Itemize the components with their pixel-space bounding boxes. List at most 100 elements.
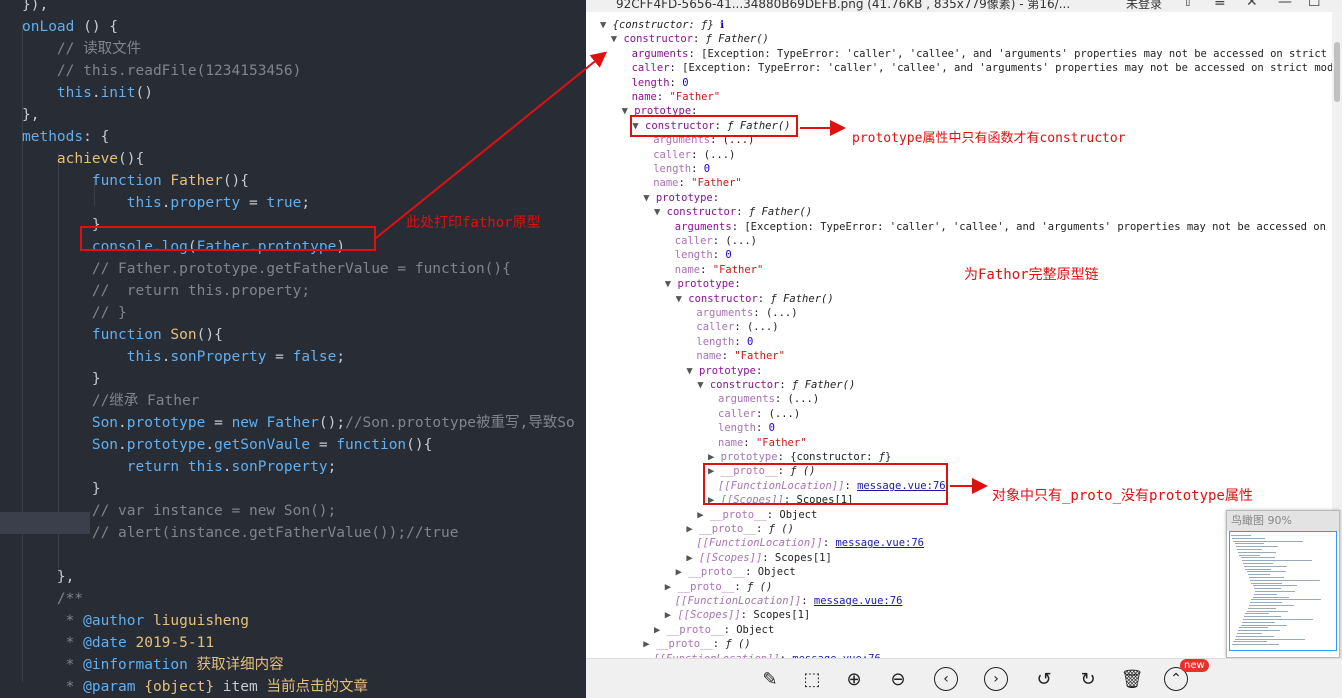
code-token: function: [91, 173, 171, 189]
minimap-line: [1235, 635, 1274, 637]
console-token: :: [712, 638, 726, 651]
minimap-line: [1238, 630, 1281, 632]
expand-right-icon[interactable]: ▶: [654, 624, 667, 636]
console-tree-row[interactable]: ▶ [[Scopes]]: Scopes[1]: [686, 551, 831, 565]
edit-icon[interactable]: ✎: [758, 667, 782, 691]
console-token: name: [718, 436, 744, 449]
zoom-out-icon[interactable]: ⊖: [886, 667, 910, 691]
expand-right-icon[interactable]: ▶: [686, 552, 699, 564]
delete-icon[interactable]: 🗑: [1120, 667, 1144, 691]
code-token: .: [91, 85, 101, 101]
console-tree-row: name: "Father": [696, 349, 785, 363]
code-token: =: [310, 437, 337, 453]
source-link[interactable]: message.vue:76: [835, 537, 924, 549]
expand-down-icon[interactable]: ▼: [665, 278, 678, 290]
console-tree-row: arguments: [Exception: TypeError: 'calle…: [675, 220, 1332, 234]
expand-down-icon[interactable]: ▼: [697, 379, 710, 391]
console-tree-row: name: "Father": [632, 90, 721, 104]
expand-right-icon[interactable]: ▶: [686, 523, 699, 535]
console-tree-row[interactable]: ▼ constructor: ƒ Father(): [654, 205, 812, 219]
console-token: arguments: [674, 220, 732, 233]
source-link[interactable]: message.vue:76: [814, 595, 903, 607]
expand-right-icon[interactable]: ▶: [665, 609, 678, 621]
console-token: : (...): [712, 235, 757, 247]
console-tree-row[interactable]: ▶ prototype: {constructor: ƒ}: [708, 450, 891, 464]
expand-right-icon[interactable]: ▶: [665, 581, 678, 593]
code-token: Son: [170, 327, 197, 343]
console-tree-row[interactable]: ▼ prototype:: [665, 277, 741, 291]
code-token: // 读取文件: [22, 41, 142, 57]
minimize-icon[interactable]: —: [1278, 0, 1292, 10]
console-tree-row[interactable]: ▼ constructor: ƒ Father(): [676, 292, 834, 306]
code-token: new: [231, 415, 267, 431]
expand-down-icon[interactable]: ▼: [686, 365, 699, 377]
console-tree-row[interactable]: ▶ __proto__: Object: [654, 623, 774, 637]
rotate-right-icon[interactable]: ↻: [1076, 667, 1100, 691]
minimap-line: [1252, 585, 1297, 587]
console-tree-row: name: "Father": [653, 176, 742, 190]
console-token: :: [712, 191, 720, 204]
console-token: : [Exception: TypeError: 'caller', 'call…: [688, 47, 1332, 60]
expand-down-icon[interactable]: ▼: [643, 192, 656, 204]
console-tree-row[interactable]: ▶ __proto__: Object: [697, 508, 817, 522]
rotate-left-icon[interactable]: ↺: [1032, 667, 1056, 691]
console-tree-row: caller: (...): [696, 320, 778, 334]
proto-highlight-box: [703, 463, 948, 505]
expand-right-icon[interactable]: ▶: [708, 451, 721, 463]
expand-right-icon[interactable]: ▶: [697, 509, 710, 521]
menu-icon[interactable]: ≡: [1214, 0, 1226, 10]
console-tree-row[interactable]: ▶ __proto__: ƒ (): [686, 522, 794, 536]
code-line: this.init(): [22, 82, 153, 104]
code-token: {object}: [135, 679, 215, 695]
console-token: name: [653, 177, 679, 190]
console-tree-row[interactable]: ▶ __proto__: Object: [676, 565, 796, 579]
console-tree-row[interactable]: ▼ constructor: ƒ Father(): [697, 378, 855, 392]
console-token: constructor: [623, 33, 693, 46]
expand-down-icon[interactable]: ▼: [654, 206, 667, 218]
code-editor[interactable]: }), onLoad () { // 读取文件 // this.readFile(…: [0, 0, 586, 698]
next-icon[interactable]: ›: [984, 667, 1008, 691]
code-line: },: [22, 104, 39, 126]
expand-right-icon[interactable]: ▶: [643, 638, 656, 650]
code-token: prototype: [126, 415, 206, 431]
console-tree-row[interactable]: ▶ __proto__: ƒ (): [665, 580, 773, 594]
code-token: this: [126, 195, 162, 211]
console-tree-row[interactable]: ▼ {constructor: ƒ} ℹ: [600, 18, 724, 32]
code-line: * @date 2019-5-11: [22, 632, 214, 654]
code-line: // Father.prototype.getFatherValue = fun…: [22, 258, 511, 280]
code-token: .: [118, 437, 127, 453]
console-tree-row[interactable]: ▼ prototype:: [686, 364, 762, 378]
zoom-in-icon[interactable]: ⊕: [842, 667, 866, 691]
console-token: :: [822, 537, 836, 550]
expand-down-icon[interactable]: ▼: [676, 293, 689, 305]
crop-icon[interactable]: ⬚: [800, 667, 824, 691]
console-tree-row[interactable]: ▼ prototype:: [643, 191, 719, 205]
console-token: :: [755, 364, 763, 377]
expand-down-icon[interactable]: ▼: [600, 19, 613, 31]
console-token: constructor: [688, 292, 758, 305]
console-token: : Object: [723, 623, 775, 636]
pin-icon[interactable]: ⇧: [1182, 0, 1194, 10]
expand-right-icon[interactable]: ▶: [676, 566, 689, 578]
prev-icon[interactable]: ‹: [934, 667, 958, 691]
console-token: :: [734, 278, 741, 291]
minimap-panel[interactable]: 鸟瞰图 90%: [1226, 510, 1340, 658]
code-token: //继承 Father: [22, 393, 200, 409]
console-tree-row[interactable]: ▶ [[Scopes]]: Scopes[1]: [665, 608, 810, 622]
console-tree-row: length: 0: [675, 248, 732, 262]
maximize-icon[interactable]: ☐: [1308, 0, 1321, 10]
console-tree-row: name: "Father": [675, 263, 764, 277]
expand-down-icon[interactable]: ▼: [611, 33, 624, 45]
fullscreen-icon[interactable]: ✕: [1246, 0, 1258, 10]
console-token: "Father": [691, 177, 742, 190]
console-token: : (...): [691, 148, 736, 161]
login-link[interactable]: 未登录: [1126, 0, 1162, 12]
console-token: caller: [718, 407, 756, 420]
console-tree-row[interactable]: ▶ __proto__: ƒ (): [643, 637, 751, 651]
code-line: Son.prototype.getSonVaule = function(){: [22, 434, 433, 456]
console-token: arguments: [696, 307, 754, 319]
scrollbar-thumb[interactable]: [1334, 42, 1340, 102]
console-tree-row[interactable]: ▼ constructor: ƒ Father(): [611, 32, 769, 46]
console-tree-row: caller: (...): [653, 148, 735, 162]
